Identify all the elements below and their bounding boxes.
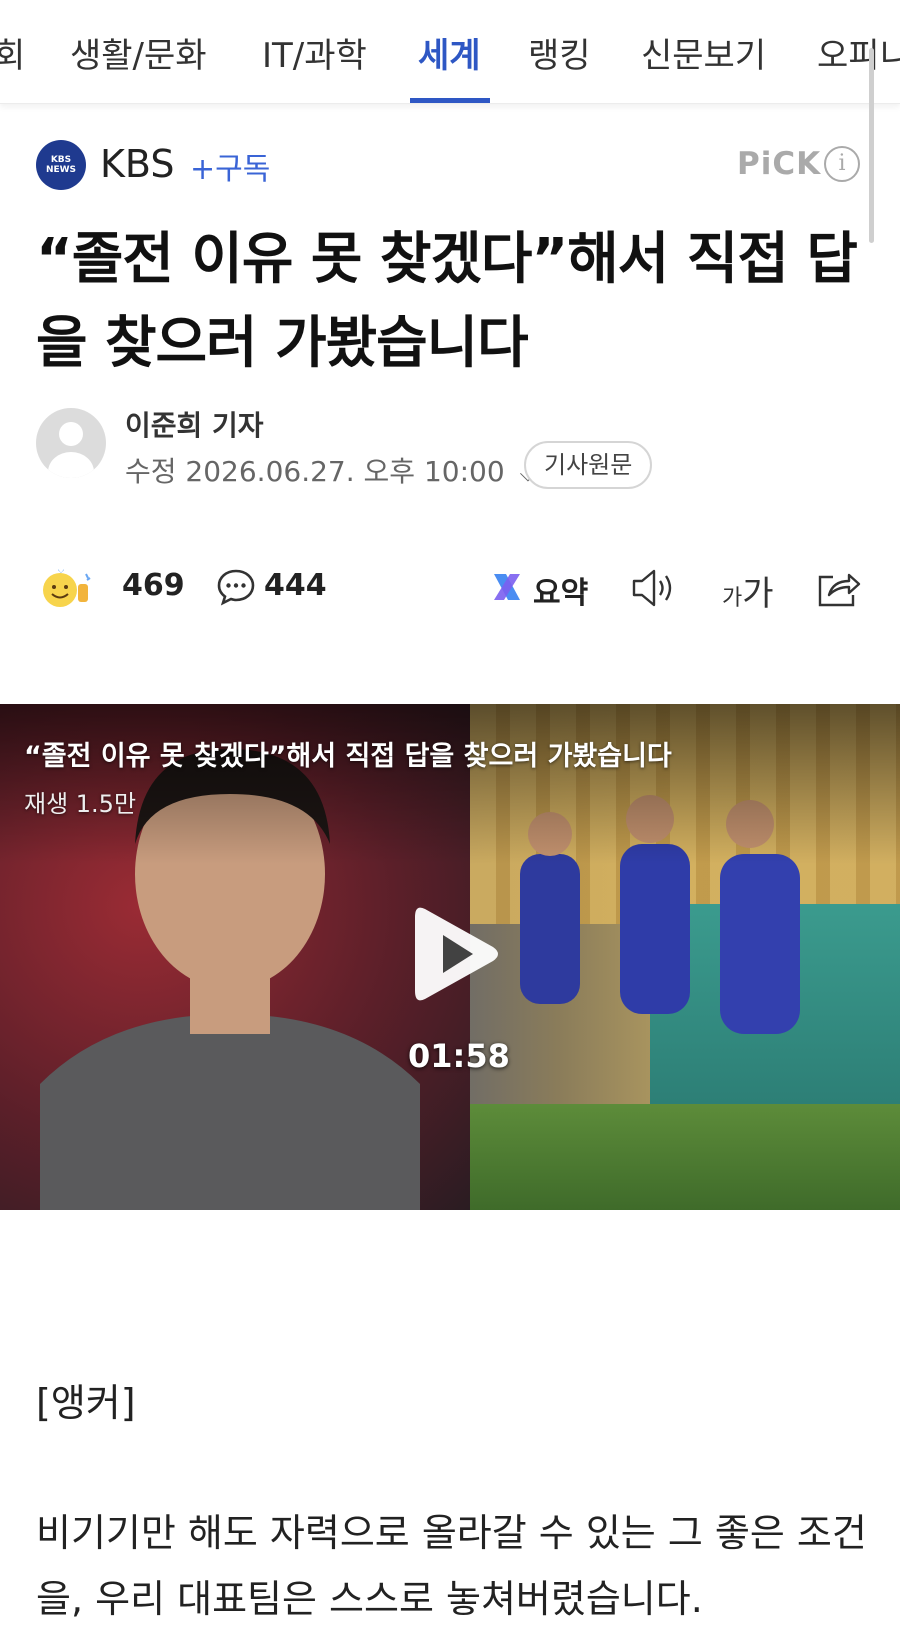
- summary-icon[interactable]: [490, 570, 524, 604]
- share-icon[interactable]: [815, 565, 861, 609]
- tab-society[interactable]: 회: [0, 28, 25, 77]
- article-date: 수정 2026.06.27. 오후 10:00: [125, 455, 505, 488]
- scrollbar[interactable]: [869, 48, 874, 243]
- comment-icon[interactable]: [216, 567, 256, 607]
- summary-button[interactable]: 요약: [533, 568, 588, 612]
- font-size-button[interactable]: 가가: [722, 566, 774, 615]
- tab-it-science[interactable]: IT/과학: [262, 28, 367, 77]
- video-view-count: 재생 1.5만: [24, 790, 137, 818]
- tab-newspaper[interactable]: 신문보기: [641, 28, 766, 77]
- video-duration: 01:58: [408, 1037, 510, 1075]
- tab-world[interactable]: 세계: [418, 28, 481, 77]
- pick-badge: PiCK: [737, 146, 822, 182]
- press-name[interactable]: KBS: [100, 142, 174, 186]
- press-logo[interactable]: KBS NEWS: [36, 140, 86, 190]
- article-date-toggle[interactable]: 수정 2026.06.27. 오후 10:00 ⌵: [125, 450, 536, 490]
- tab-ranking[interactable]: 랭킹: [528, 28, 591, 77]
- font-small-label: 가: [722, 586, 743, 611]
- reaction-count[interactable]: 469: [122, 568, 185, 603]
- info-icon[interactable]: i: [824, 146, 860, 182]
- play-icon[interactable]: [405, 899, 505, 1009]
- reporter-avatar[interactable]: [36, 408, 106, 478]
- reaction-emoji-icon[interactable]: [40, 566, 92, 610]
- active-tab-indicator: [410, 98, 490, 103]
- video-player[interactable]: “졸전 이유 못 찾겠다”해서 직접 답을 찾으러 가봤습니다 재생 1.5만 …: [0, 704, 900, 1210]
- speaker-icon[interactable]: [630, 566, 676, 610]
- article-headline: “졸전 이유 못 찾겠다”해서 직접 답을 찾으러 가봤습니다: [36, 227, 858, 376]
- video-title: “졸전 이유 못 찾겠다”해서 직접 답을 찾으러 가봤습니다: [24, 741, 672, 772]
- reporter-name[interactable]: 이준희 기자: [125, 404, 264, 444]
- anchor-label: [앵커]: [36, 1381, 136, 1425]
- font-large-label: 가: [742, 574, 774, 614]
- article-paragraph: 비기기만 해도 자력으로 올라갈 수 있는 그 좋은 조건을, 우리 대표팀은 …: [36, 1511, 867, 1621]
- original-article-button[interactable]: 기사원문: [524, 441, 653, 489]
- tab-life-culture[interactable]: 생활/문화: [70, 28, 207, 77]
- comment-count[interactable]: 444: [264, 568, 327, 603]
- tab-opinion[interactable]: 오피니: [817, 28, 900, 77]
- category-nav: 회 생활/문화 IT/과학 세계 랭킹 신문보기 오피니: [0, 0, 900, 104]
- subscribe-button[interactable]: +구독: [190, 144, 270, 188]
